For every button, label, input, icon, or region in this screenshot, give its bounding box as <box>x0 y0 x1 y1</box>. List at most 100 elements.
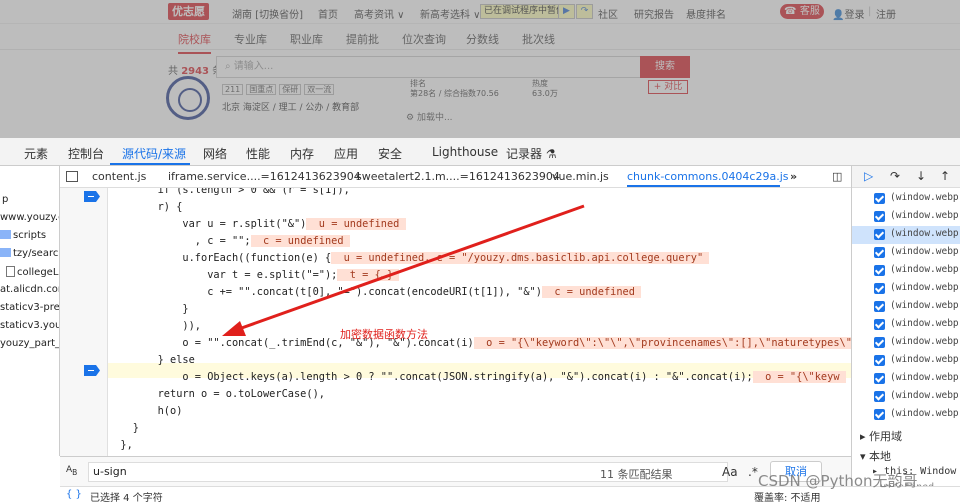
tree-item[interactable]: www.youzy.c <box>0 212 59 223</box>
register-link[interactable]: 注册 <box>876 6 896 21</box>
breakpoint-item[interactable]: (window.webp <box>852 388 960 406</box>
checkbox-icon[interactable] <box>874 319 885 330</box>
tab-sources[interactable]: 源代码/来源 <box>122 145 186 162</box>
checkbox-icon[interactable] <box>874 247 885 258</box>
tab-performance[interactable]: 性能 <box>246 145 270 162</box>
checkbox-icon[interactable] <box>874 337 885 348</box>
code-line[interactable]: o = "".concat(_.trimEnd(c, "&"), "&").co… <box>108 335 851 352</box>
checkbox-icon[interactable] <box>874 265 885 276</box>
login-link[interactable]: 👤登录 <box>832 6 864 21</box>
subnav-rank-query[interactable]: 位次查询 <box>402 31 446 47</box>
breakpoint-item[interactable]: (window.webp <box>852 208 960 226</box>
code-line[interactable]: h(o) <box>108 403 183 420</box>
tab-memory[interactable]: 内存 <box>290 145 314 162</box>
breakpoint-item[interactable]: (window.webp <box>852 190 960 208</box>
breakpoint-item[interactable]: (window.webp <box>852 244 960 262</box>
nav-xuanke[interactable]: 新高考选科 ∨ <box>420 6 481 21</box>
checkbox-icon[interactable] <box>874 373 885 384</box>
tree-item[interactable]: youzy_part_v <box>0 338 59 349</box>
code-line[interactable]: if (s.length > 0 && (r = s[1]), <box>108 188 350 199</box>
tree-item[interactable]: collegeL <box>6 266 58 278</box>
tab-security[interactable]: 安全 <box>378 145 402 162</box>
tree-item[interactable]: scripts <box>0 230 46 241</box>
tab-recorder[interactable]: 记录器 ⚗ <box>506 145 557 162</box>
breakpoint-item[interactable]: (window.webp <box>852 280 960 298</box>
code-line[interactable]: , c = ""; c = undefined <box>108 233 350 250</box>
replace-toggle-icon[interactable]: AB <box>66 465 77 477</box>
file-tab-sweetalert[interactable]: sweetalert2.1.m....=1612413623904 <box>356 170 560 183</box>
file-tab-iframe-service[interactable]: iframe.service....=1612413623904 <box>168 170 361 183</box>
nav-gaokao-news[interactable]: 高考资讯 ∨ <box>354 6 405 21</box>
checkbox-icon[interactable] <box>874 391 885 402</box>
subnav-careers[interactable]: 职业库 <box>290 31 323 47</box>
code-line[interactable]: } else <box>108 352 195 369</box>
subnav-early-batch[interactable]: 提前批 <box>346 31 379 47</box>
tree-item[interactable]: at.alicdn.com <box>0 284 59 295</box>
subnav-score-line[interactable]: 分数线 <box>466 31 499 47</box>
toggle-debugger-icon[interactable]: ◫ <box>832 170 842 183</box>
breakpoint-item[interactable]: (window.webp <box>852 406 960 424</box>
checkbox-icon[interactable] <box>874 193 885 204</box>
line-gutter[interactable] <box>60 188 108 456</box>
code-line[interactable]: var u = r.split("&") u = undefined <box>108 216 406 233</box>
nav-ranking[interactable]: 悬度排名 <box>686 6 726 21</box>
code-line[interactable]: r) { <box>108 199 183 216</box>
code-line[interactable]: )), <box>108 318 201 335</box>
regex-button[interactable]: .* <box>748 465 758 479</box>
breakpoint-item[interactable]: (window.webp <box>852 316 960 334</box>
tab-console[interactable]: 控制台 <box>68 145 104 162</box>
breakpoint-item[interactable]: (window.webp <box>852 370 960 388</box>
nav-community[interactable]: 社区 <box>598 6 618 21</box>
step-out-icon[interactable]: ↑ <box>940 169 950 183</box>
checkbox-icon[interactable] <box>874 211 885 222</box>
checkbox-icon[interactable] <box>874 229 885 240</box>
code-line[interactable]: }, <box>108 437 132 454</box>
resume-icon[interactable]: ▶ <box>558 4 575 19</box>
code-line[interactable]: o = Object.keys(a).length > 0 ? "".conca… <box>108 369 846 386</box>
local-section[interactable]: ▾ 本地 <box>860 448 891 464</box>
tree-item[interactable]: staticv3-pre. <box>0 302 59 313</box>
tab-elements[interactable]: 元素 <box>24 145 48 162</box>
checkbox-icon[interactable] <box>874 301 885 312</box>
tab-network[interactable]: 网络 <box>203 145 227 162</box>
checkbox-icon[interactable] <box>874 409 885 420</box>
nav-home[interactable]: 首页 <box>318 6 338 21</box>
tree-item[interactable]: tzy/search <box>0 248 59 259</box>
resume-icon[interactable]: ▷ <box>864 169 873 183</box>
step-into-icon[interactable]: ↓ <box>916 169 926 183</box>
code-line[interactable]: return o = o.toLowerCase(), <box>108 386 325 403</box>
step-over-icon[interactable]: ↷ <box>576 4 593 19</box>
code-line[interactable]: u.forEach((function(e) { u = undefined, … <box>108 250 710 267</box>
subnav-batch-line[interactable]: 批次线 <box>522 31 555 47</box>
subnav-majors[interactable]: 专业库 <box>234 31 267 47</box>
college-search-button[interactable]: 搜索 <box>640 56 690 78</box>
code-editor[interactable]: if (s.length > 0 && (r = s[1]), r) { var… <box>108 188 851 456</box>
breakpoint-item[interactable]: (window.webp <box>852 226 960 244</box>
checkbox-icon[interactable] <box>874 355 885 366</box>
breakpoint-item[interactable]: (window.webp <box>852 334 960 352</box>
customer-service-button[interactable]: ☎ 客服 <box>780 4 824 19</box>
college-search-input[interactable]: ⌕ 请输入... <box>216 56 641 78</box>
breakpoint-item[interactable]: (window.webp <box>852 352 960 370</box>
code-line[interactable]: var t = e.split("="); t = {…} <box>108 267 400 284</box>
more-tabs-icon[interactable]: » <box>790 170 797 183</box>
scope-section[interactable]: ▸ 作用域 <box>860 428 902 444</box>
breakpoint-item[interactable]: (window.webp <box>852 298 960 316</box>
code-line[interactable]: } <box>108 301 188 318</box>
code-line[interactable]: c += "".concat(t[0], "=").concat(encodeU… <box>108 284 642 301</box>
tree-item[interactable]: staticv3.youz <box>0 320 59 331</box>
tab-application[interactable]: 应用 <box>334 145 358 162</box>
tab-lighthouse[interactable]: Lighthouse <box>432 145 498 159</box>
file-tab-content[interactable]: content.js <box>92 170 146 183</box>
breakpoint-item[interactable]: (window.webp <box>852 262 960 280</box>
code-line[interactable]: } <box>108 420 139 437</box>
file-tab-vue[interactable]: vue.min.js <box>552 170 609 183</box>
subnav-colleges[interactable]: 院校库 <box>178 31 211 54</box>
checkbox-icon[interactable] <box>874 283 885 294</box>
file-tab-chunk-commons[interactable]: chunk-commons.0404c29a.js <box>627 170 789 183</box>
step-over-icon[interactable]: ↷ <box>890 169 900 183</box>
tree-item[interactable]: p <box>2 194 8 205</box>
match-case-button[interactable]: Aa <box>722 465 738 479</box>
format-icon[interactable]: { } <box>66 489 82 500</box>
toggle-navigator-icon[interactable] <box>66 171 78 182</box>
